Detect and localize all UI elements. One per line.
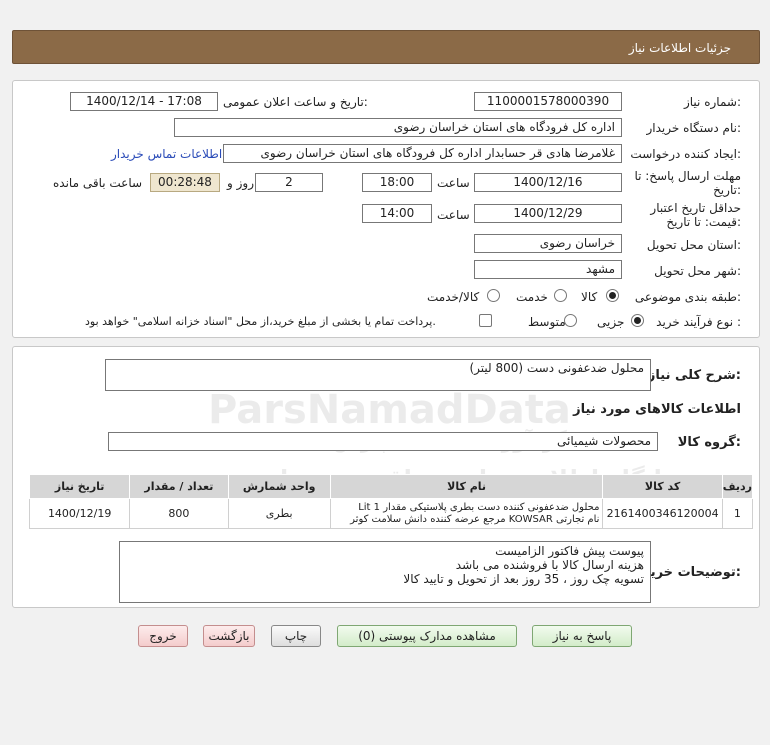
need-info-panel: شماره نیاز: 1100001578000390 تاریخ و ساع… [12, 80, 760, 338]
remaining-time-field: 00:28:48 [150, 173, 220, 192]
creator-field[interactable]: غلامرضا هادی قر حسابدار اداره کل فرودگاه… [223, 144, 622, 163]
col-header-code: کد کالا [602, 474, 723, 499]
deadline-date-field[interactable]: 1400/12/16 [474, 173, 622, 192]
validity-label-2: قیمت: تا تاریخ: [666, 215, 741, 229]
province-label: استان محل تحویل: [646, 238, 741, 252]
deadline-time-field[interactable]: 18:00 [362, 173, 432, 192]
process-label: نوع فرآیند خرید : [656, 315, 741, 329]
deadline-label-2: تاریخ: [713, 183, 741, 197]
category-radio-goods[interactable] [606, 289, 619, 302]
cell-qty: 800 [129, 498, 229, 529]
page-header: جزئیات اطلاعات نیاز [12, 30, 760, 64]
city-field[interactable]: مشهد [474, 260, 622, 279]
summary-label: شرح کلی نیاز: [647, 368, 741, 383]
exit-button[interactable]: خروج [138, 625, 188, 647]
category-option-both: کالا/خدمت [427, 290, 480, 304]
need-number-field[interactable]: 1100001578000390 [474, 92, 622, 111]
page-title: جزئیات اطلاعات نیاز [628, 41, 731, 55]
treasury-payment-note: پرداخت تمام یا بخشی از مبلغ خرید،از محل … [85, 315, 436, 328]
table-row[interactable]: 1 2161400346120004 محلول ضدعفونی کننده د… [28, 498, 754, 529]
announce-field[interactable]: 1400/12/14 - 17:08 [70, 92, 218, 111]
view-attachments-button[interactable]: مشاهده مدارک پیوستی (0) [337, 625, 517, 647]
cell-name-line-2: نام تجارتی KOWSAR مرجع عرضه کننده دانش س… [350, 513, 600, 525]
validity-date-field[interactable]: 1400/12/29 [474, 204, 622, 223]
col-header-unit: واحد شمارش [227, 474, 331, 499]
col-header-qty: تعداد / مقدار [129, 474, 229, 499]
creator-label: ایجاد کننده درخواست: [630, 147, 741, 161]
cell-date: 1400/12/19 [28, 498, 131, 529]
col-header-row: ردیف [721, 474, 754, 499]
summary-field[interactable]: محلول ضدعفونی دست (800 لیتر) [105, 359, 651, 391]
announce-label: تاریخ و ساعت اعلان عمومی: [223, 95, 368, 109]
deadline-time-label: ساعت [437, 176, 470, 190]
province-field[interactable]: خراسان رضوی [474, 234, 622, 253]
print-button[interactable]: چاپ [271, 625, 321, 647]
category-radio-both[interactable] [487, 289, 500, 302]
category-option-goods: کالا [581, 290, 598, 304]
city-label: شهر محل تحویل: [654, 264, 741, 278]
days-label: روز و [227, 176, 254, 190]
cell-row: 1 [721, 498, 754, 529]
buyer-note-line: پیوست پیش فاکتور الزامیست [495, 544, 644, 558]
cell-name: محلول ضدعفونی کننده دست بطری پلاستیکی مق… [329, 498, 604, 529]
goods-info-title: اطلاعات کالاهای مورد نیاز [573, 402, 741, 417]
validity-time-label: ساعت [437, 208, 470, 222]
process-option-medium: متوسط [528, 315, 566, 329]
goods-details-panel: ParsNamadData پایگاه اطلاع رسانی مناقصه … [12, 346, 760, 608]
category-label: طبقه بندی موضوعی: [634, 290, 741, 304]
process-radio-minor[interactable] [631, 314, 644, 327]
cell-code: 2161400346120004 [602, 498, 723, 529]
contact-buyer-link[interactable]: اطلاعات تماس خریدار [111, 147, 222, 161]
remaining-label: ساعت باقی مانده [53, 176, 143, 190]
cell-unit: بطری [227, 498, 331, 529]
category-radio-service[interactable] [554, 289, 567, 302]
col-header-date: تاریخ نیاز [28, 474, 131, 499]
treasury-payment-checkbox[interactable] [479, 314, 492, 327]
validity-time-field[interactable]: 14:00 [362, 204, 432, 223]
buyer-notes-box: پیوست پیش فاکتور الزامیست هزینه ارسال کا… [119, 541, 651, 603]
col-header-name: نام کالا [329, 474, 604, 499]
buyer-note-line: هزینه ارسال کالا با فروشنده می باشد [455, 558, 644, 572]
cell-name-line-1: محلول ضدعفونی کننده دست بطری پلاستیکی مق… [358, 501, 600, 513]
need-number-label: شماره نیاز: [683, 95, 741, 109]
reply-button[interactable]: پاسخ به نیاز [532, 625, 632, 647]
watermark-brand: ParsNamadData [208, 387, 571, 433]
goods-group-label: گروه کالا: [677, 435, 741, 450]
goods-table: ردیف کد کالا نام کالا واحد شمارش تعداد /… [28, 474, 754, 529]
goods-table-header: ردیف کد کالا نام کالا واحد شمارش تعداد /… [28, 474, 754, 499]
buyer-label: نام دستگاه خریدار: [646, 121, 742, 135]
back-button[interactable]: بازگشت [203, 625, 255, 647]
buyer-note-line: تسویه چک روز ، 35 روز بعد از تحویل و تای… [403, 572, 644, 586]
buyer-field[interactable]: اداره کل فرودگاه های استان خراسان رضوی [174, 118, 622, 137]
days-field[interactable]: 2 [255, 173, 323, 192]
deadline-label-1: مهلت ارسال پاسخ: تا [634, 169, 741, 183]
process-option-minor: جزیی [597, 315, 625, 329]
validity-label-1: حداقل تاریخ اعتبار [650, 201, 741, 215]
goods-group-field[interactable]: محصولات شیمیائی [108, 432, 658, 451]
category-option-service: خدمت [516, 290, 548, 304]
